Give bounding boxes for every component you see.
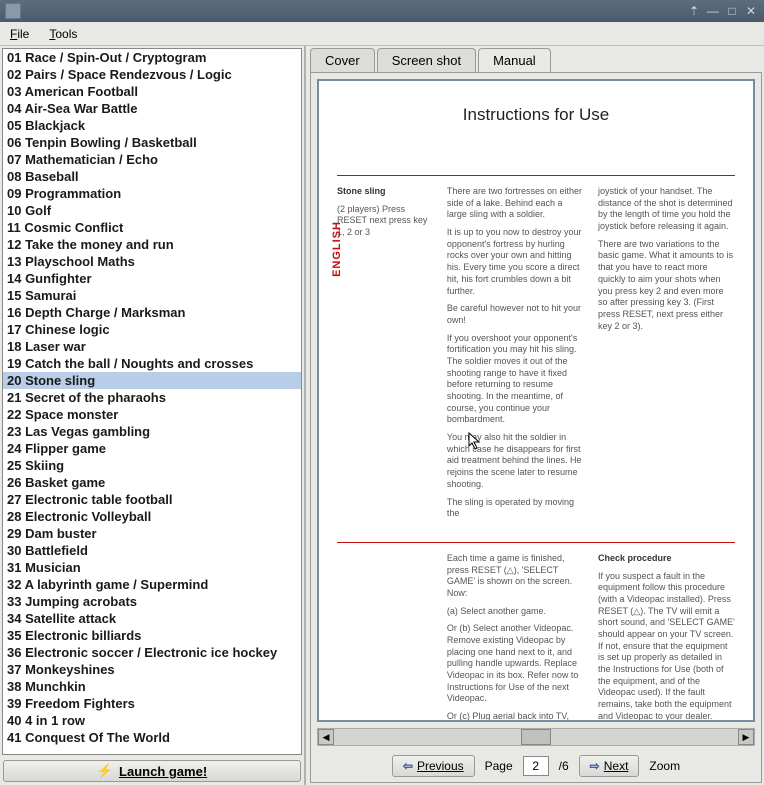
divider	[337, 542, 735, 543]
list-item[interactable]: 14 Gunfighter	[3, 270, 301, 287]
list-item[interactable]: 04 Air-Sea War Battle	[3, 100, 301, 117]
list-item[interactable]: 06 Tenpin Bowling / Basketball	[3, 134, 301, 151]
menu-tools[interactable]: Tools	[45, 25, 81, 43]
manual-text: There are two variations to the basic ga…	[598, 239, 735, 333]
tab-content: Instructions for Use ENGLISH Stone sling…	[310, 72, 762, 783]
arrow-right-icon: ⇨	[590, 759, 600, 773]
list-item[interactable]: 25 Skiing	[3, 457, 301, 474]
list-item[interactable]: 16 Depth Charge / Marksman	[3, 304, 301, 321]
page-input[interactable]	[523, 756, 549, 776]
window-titlebar: ⇡ — □ ✕	[0, 0, 764, 22]
list-item[interactable]: 34 Satellite attack	[3, 610, 301, 627]
manual-title: Instructions for Use	[337, 105, 735, 125]
tab-screenshot[interactable]: Screen shot	[377, 48, 476, 72]
page-total: /6	[559, 759, 569, 773]
horizontal-scrollbar[interactable]: ◀ ▶	[317, 728, 755, 746]
list-item[interactable]: 30 Battlefield	[3, 542, 301, 559]
tabs: Cover Screen shot Manual	[310, 48, 762, 72]
tab-cover[interactable]: Cover	[310, 48, 375, 72]
manual-text: (2 players) Press RESET next press key 1…	[337, 204, 433, 239]
list-item[interactable]: 22 Space monster	[3, 406, 301, 423]
list-item[interactable]: 24 Flipper game	[3, 440, 301, 457]
list-item[interactable]: 26 Basket game	[3, 474, 301, 491]
scroll-right-icon[interactable]: ▶	[738, 729, 754, 745]
menu-file[interactable]: File	[6, 25, 33, 43]
list-item[interactable]: 02 Pairs / Space Rendezvous / Logic	[3, 66, 301, 83]
manual-heading: Stone sling	[337, 186, 433, 198]
manual-text: If you suspect a fault in the equipment …	[598, 571, 735, 722]
manual-text: Or (c) Plug aerial back into TV, and unp…	[447, 711, 584, 722]
game-list[interactable]: 01 Race / Spin-Out / Cryptogram02 Pairs …	[3, 49, 301, 754]
left-panel: 01 Race / Spin-Out / Cryptogram02 Pairs …	[0, 46, 306, 785]
english-label: ENGLISH	[331, 221, 343, 277]
manual-text: There are two fortresses on either side …	[447, 186, 584, 221]
pager: ⇦ Previous Page /6 ⇨ Next Zoom	[311, 750, 761, 782]
pin-button[interactable]: ⇡	[686, 3, 702, 19]
list-item[interactable]: 10 Golf	[3, 202, 301, 219]
list-item[interactable]: 11 Cosmic Conflict	[3, 219, 301, 236]
minimize-button[interactable]: —	[705, 3, 721, 19]
list-item[interactable]: 21 Secret of the pharaohs	[3, 389, 301, 406]
list-item[interactable]: 28 Electronic Volleyball	[3, 508, 301, 525]
list-item[interactable]: 01 Race / Spin-Out / Cryptogram	[3, 49, 301, 66]
maximize-button[interactable]: □	[724, 3, 740, 19]
next-button[interactable]: ⇨ Next	[579, 755, 640, 777]
manual-text: Or (b) Select another Videopac. Remove e…	[447, 623, 584, 705]
manual-text: You may also hit the soldier in which ca…	[447, 432, 584, 490]
page-label: Page	[485, 759, 513, 773]
manual-view[interactable]: Instructions for Use ENGLISH Stone sling…	[317, 79, 755, 722]
manual-heading: Check procedure	[598, 553, 735, 565]
tab-manual[interactable]: Manual	[478, 48, 551, 73]
divider	[337, 175, 735, 176]
manual-text: Each time a game is finished, press RESE…	[447, 553, 584, 600]
list-item[interactable]: 32 A labyrinth game / Supermind	[3, 576, 301, 593]
list-item[interactable]: 19 Catch the ball / Noughts and crosses	[3, 355, 301, 372]
list-item[interactable]: 18 Laser war	[3, 338, 301, 355]
manual-text: Be careful however not to hit your own!	[447, 303, 584, 326]
list-item[interactable]: 13 Playschool Maths	[3, 253, 301, 270]
right-panel: Cover Screen shot Manual Instructions fo…	[306, 46, 764, 785]
list-item[interactable]: 08 Baseball	[3, 168, 301, 185]
manual-text: If you overshoot your opponent's fortifi…	[447, 333, 584, 427]
list-item[interactable]: 03 American Football	[3, 83, 301, 100]
zoom-label: Zoom	[649, 759, 680, 773]
manual-page: Instructions for Use ENGLISH Stone sling…	[319, 81, 753, 722]
list-item[interactable]: 27 Electronic table football	[3, 491, 301, 508]
launch-game-button[interactable]: ⚡ Launch game!	[3, 760, 301, 782]
list-item[interactable]: 39 Freedom Fighters	[3, 695, 301, 712]
manual-text: (a) Select another game.	[447, 606, 584, 618]
scroll-thumb[interactable]	[521, 729, 551, 745]
list-item[interactable]: 15 Samurai	[3, 287, 301, 304]
manual-text: joystick of your handset. The distance o…	[598, 186, 735, 233]
app-icon	[5, 3, 21, 19]
list-item[interactable]: 17 Chinese logic	[3, 321, 301, 338]
list-item[interactable]: 38 Munchkin	[3, 678, 301, 695]
lightning-icon: ⚡	[97, 763, 113, 779]
manual-text: The sling is operated by moving the	[447, 497, 584, 520]
list-item[interactable]: 36 Electronic soccer / Electronic ice ho…	[3, 644, 301, 661]
arrow-left-icon: ⇦	[403, 759, 413, 773]
menubar: File Tools	[0, 22, 764, 46]
list-item[interactable]: 20 Stone sling	[3, 372, 301, 389]
list-item[interactable]: 29 Dam buster	[3, 525, 301, 542]
list-item[interactable]: 33 Jumping acrobats	[3, 593, 301, 610]
list-item[interactable]: 37 Monkeyshines	[3, 661, 301, 678]
manual-text: It is up to you now to destroy your oppo…	[447, 227, 584, 297]
list-item[interactable]: 07 Mathematician / Echo	[3, 151, 301, 168]
previous-button[interactable]: ⇦ Previous	[392, 755, 475, 777]
list-item[interactable]: 23 Las Vegas gambling	[3, 423, 301, 440]
list-item[interactable]: 12 Take the money and run	[3, 236, 301, 253]
list-item[interactable]: 40 4 in 1 row	[3, 712, 301, 729]
close-button[interactable]: ✕	[743, 3, 759, 19]
scroll-left-icon[interactable]: ◀	[318, 729, 334, 745]
list-item[interactable]: 35 Electronic billiards	[3, 627, 301, 644]
list-item[interactable]: 09 Programmation	[3, 185, 301, 202]
list-item[interactable]: 05 Blackjack	[3, 117, 301, 134]
list-item[interactable]: 41 Conquest Of The World	[3, 729, 301, 746]
list-item[interactable]: 31 Musician	[3, 559, 301, 576]
